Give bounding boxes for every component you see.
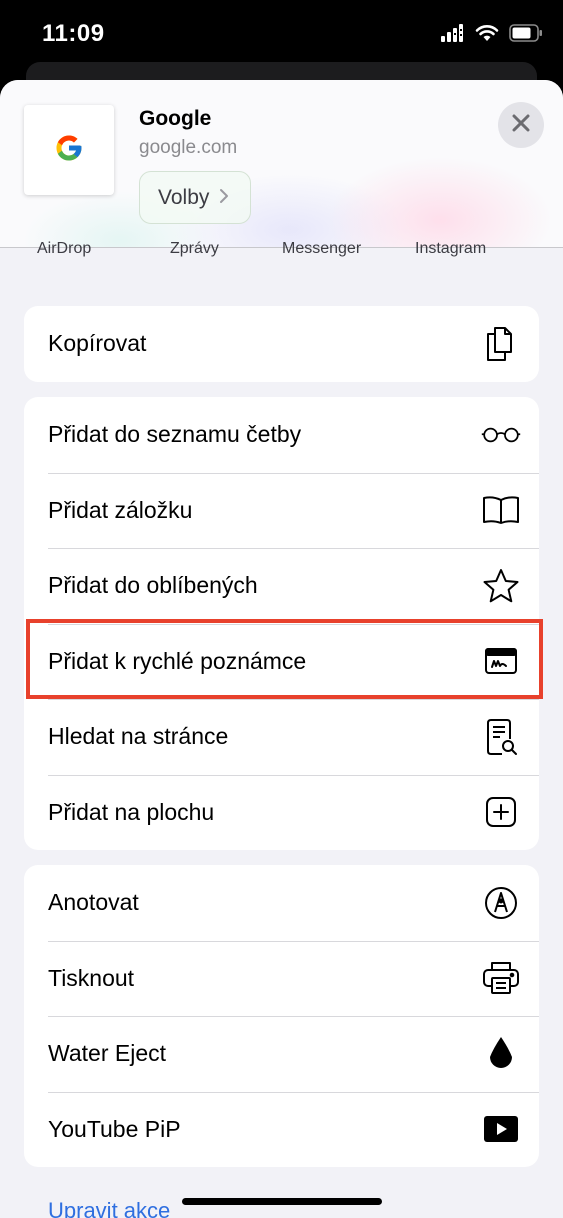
action-label: Anotovat bbox=[48, 889, 139, 916]
action-print[interactable]: Tisknout bbox=[24, 940, 539, 1017]
action-group-copy: Kopírovat bbox=[24, 306, 539, 382]
markup-icon bbox=[481, 883, 521, 923]
action-reading-list[interactable]: Přidat do seznamu četby bbox=[24, 397, 539, 473]
add-square-icon bbox=[481, 792, 521, 832]
edit-actions-link[interactable]: Upravit akce bbox=[48, 1198, 170, 1218]
share-sheet: Google google.com Volby AirDrop Zprávy M… bbox=[0, 80, 563, 1218]
wifi-icon bbox=[475, 24, 499, 47]
action-water-eject[interactable]: Water Eject bbox=[24, 1016, 539, 1092]
share-sheet-header: Google google.com Volby AirDrop Zprávy M… bbox=[0, 80, 563, 257]
action-add-bookmark[interactable]: Přidat záložku bbox=[24, 472, 539, 549]
find-in-page-icon bbox=[481, 717, 521, 757]
action-label: Přidat k rychlé poznámce bbox=[48, 647, 307, 674]
site-title: Google bbox=[139, 107, 212, 130]
action-add-to-home[interactable]: Přidat na plochu bbox=[24, 774, 539, 851]
water-drop-icon bbox=[481, 1034, 521, 1074]
star-icon bbox=[481, 566, 521, 606]
site-thumbnail bbox=[24, 105, 114, 195]
action-find-on-page[interactable]: Hledat na stránce bbox=[24, 699, 539, 775]
action-group-safari: Přidat do seznamu četby Přidat záložku P… bbox=[24, 397, 539, 850]
status-time: 11:09 bbox=[42, 20, 105, 47]
quick-note-icon bbox=[481, 641, 521, 681]
share-target-airdrop[interactable]: AirDrop bbox=[37, 240, 91, 258]
action-quick-note[interactable]: Přidat k rychlé poznámce bbox=[24, 623, 539, 700]
action-markup[interactable]: Anotovat bbox=[24, 865, 539, 941]
home-indicator bbox=[182, 1198, 382, 1205]
printer-icon bbox=[481, 958, 521, 998]
close-button[interactable] bbox=[498, 102, 544, 148]
share-target-messenger[interactable]: Messenger bbox=[282, 240, 361, 258]
battery-icon bbox=[509, 24, 543, 47]
action-group-extensions: Anotovat Tisknout Water Eject YouTube Pi… bbox=[24, 865, 539, 1167]
play-icon bbox=[481, 1109, 521, 1149]
action-label: Tisknout bbox=[48, 964, 135, 991]
share-targets-row: AirDrop Zprávy Messenger Instagram bbox=[0, 240, 563, 264]
action-label: Kopírovat bbox=[48, 330, 147, 357]
site-url: google.com bbox=[139, 137, 238, 158]
share-target-instagram[interactable]: Instagram bbox=[415, 240, 486, 258]
copy-icon bbox=[481, 324, 521, 364]
status-icons bbox=[441, 24, 543, 47]
action-label: Přidat záložku bbox=[48, 496, 193, 523]
book-icon bbox=[481, 490, 521, 530]
google-logo-icon bbox=[54, 133, 84, 168]
signal-icon bbox=[441, 24, 465, 47]
action-label: YouTube PiP bbox=[48, 1115, 181, 1142]
chevron-right-icon bbox=[219, 186, 229, 210]
glasses-icon bbox=[481, 415, 521, 455]
action-label: Přidat do seznamu četby bbox=[48, 421, 302, 448]
options-label: Volby bbox=[158, 185, 210, 209]
action-copy[interactable]: Kopírovat bbox=[24, 306, 539, 382]
action-label: Přidat na plochu bbox=[48, 798, 215, 825]
action-youtube-pip[interactable]: YouTube PiP bbox=[24, 1091, 539, 1168]
action-add-favorites[interactable]: Přidat do oblíbených bbox=[24, 548, 539, 624]
action-label: Přidat do oblíbených bbox=[48, 572, 258, 599]
action-label: Hledat na stránce bbox=[48, 723, 229, 750]
action-label: Water Eject bbox=[48, 1040, 167, 1067]
share-target-messages[interactable]: Zprávy bbox=[170, 240, 219, 258]
options-button[interactable]: Volby bbox=[139, 171, 251, 224]
close-icon bbox=[512, 114, 530, 137]
